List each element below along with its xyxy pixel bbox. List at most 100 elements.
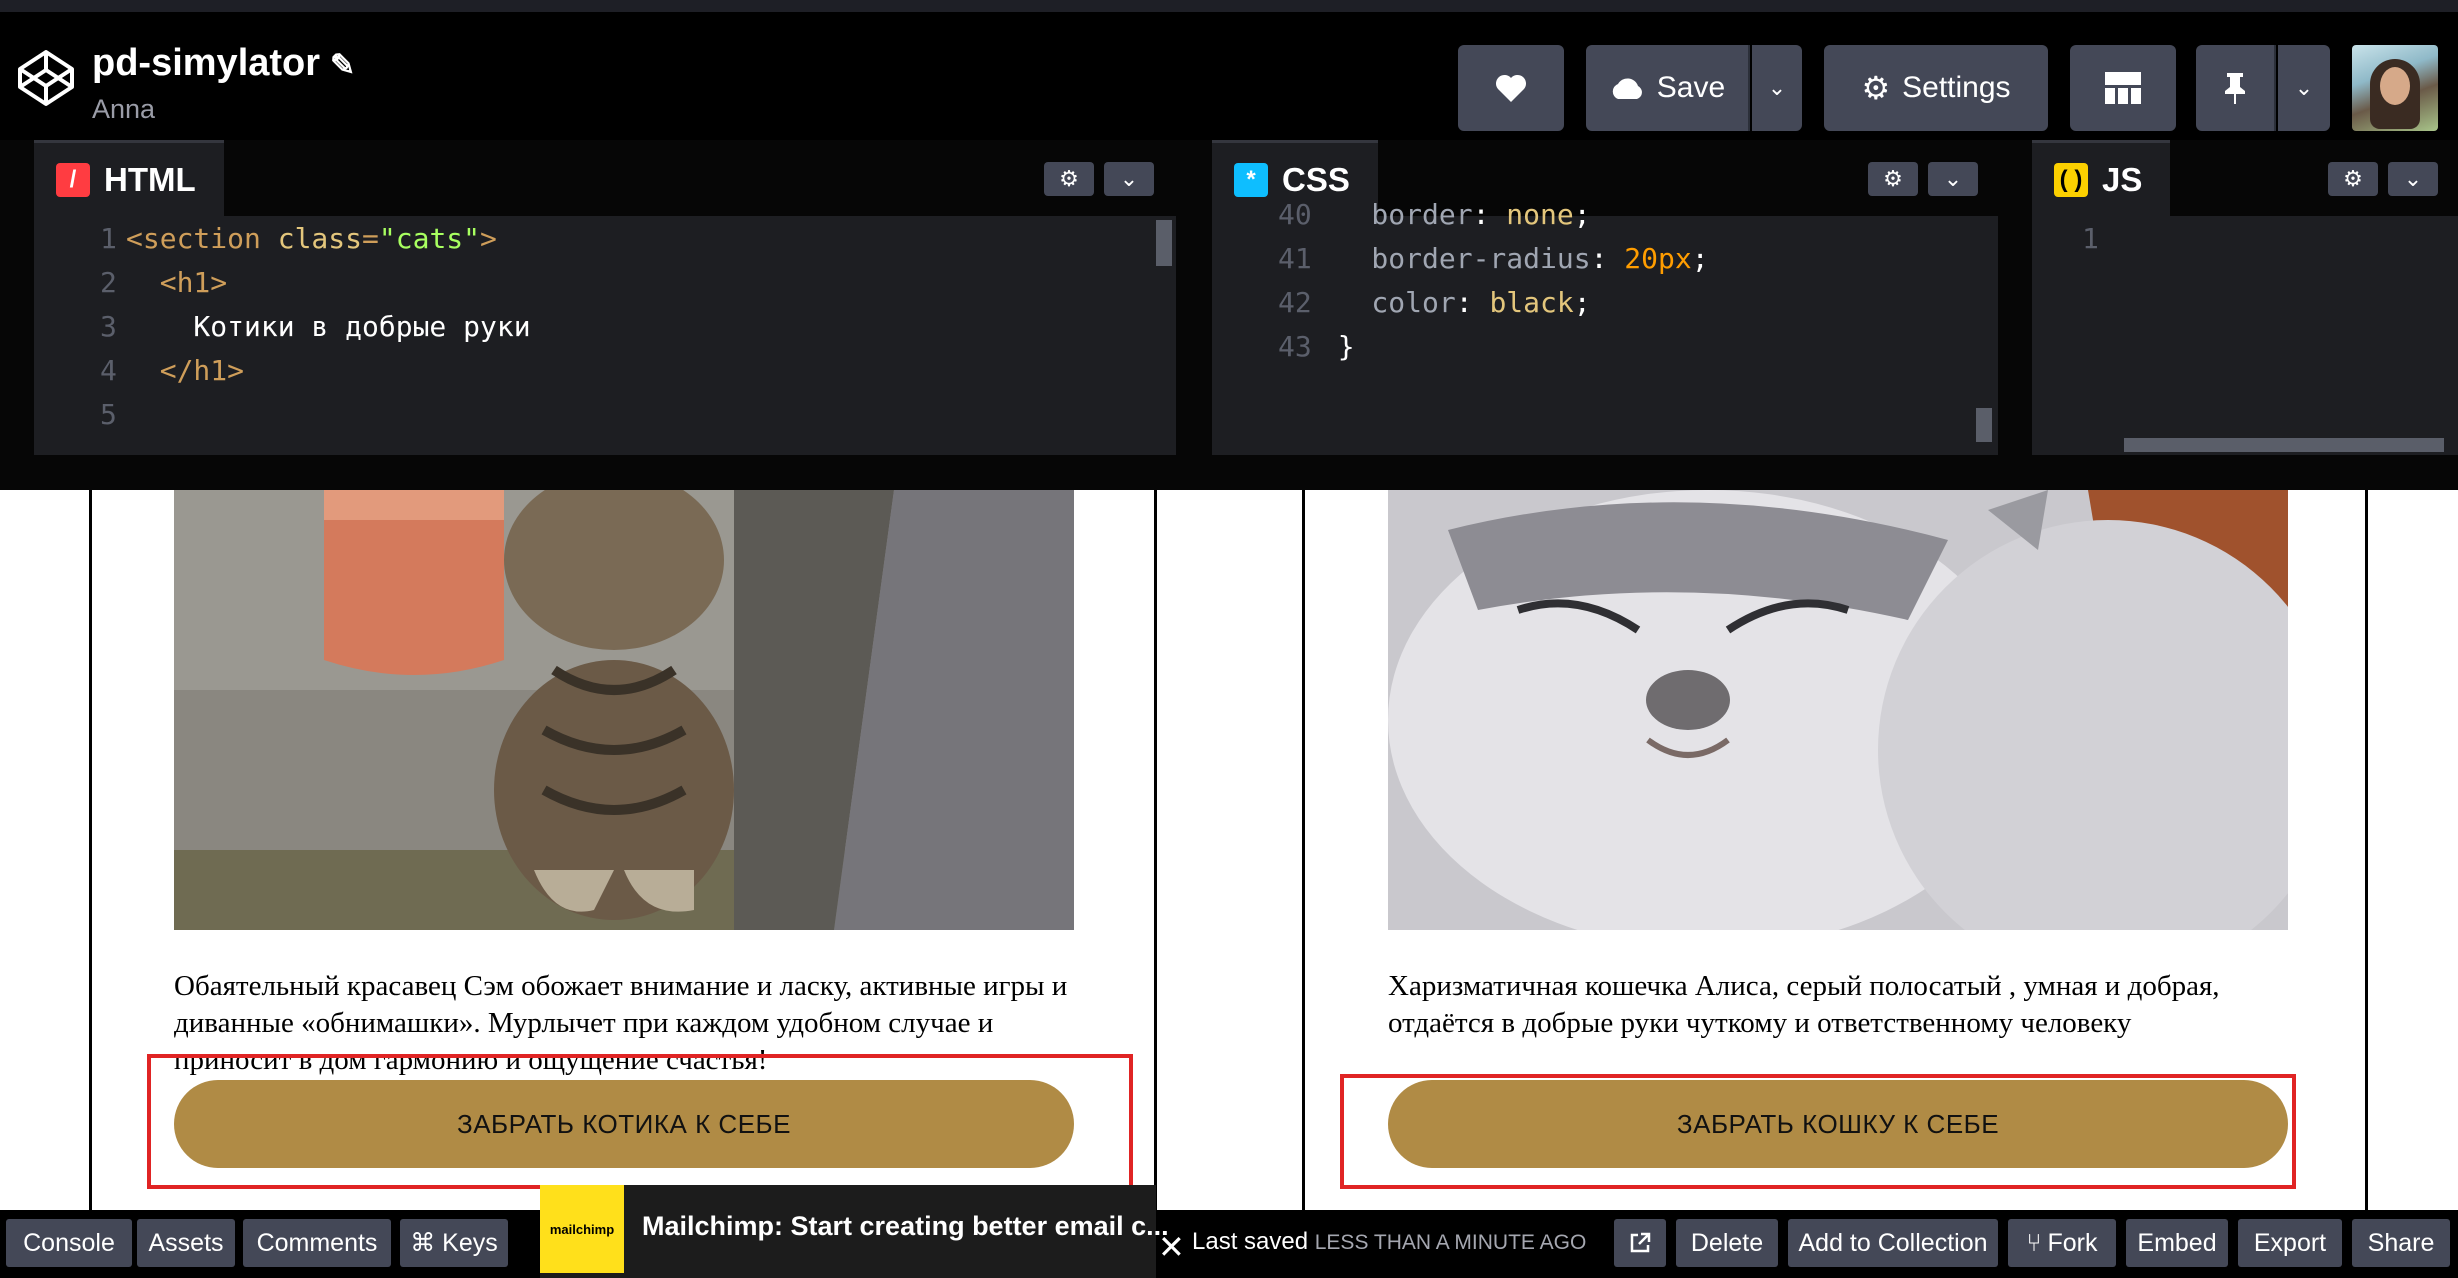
tab-html[interactable]: / HTML	[34, 140, 224, 216]
fork-label: Fork	[2047, 1228, 2098, 1257]
resize-bar[interactable]	[0, 455, 2458, 490]
code-token: color	[1304, 285, 1456, 319]
tab-js[interactable]: ( ) JS	[2032, 140, 2171, 216]
save-button[interactable]: Save	[1586, 45, 1750, 131]
chevron-down-icon: ⌄	[2403, 166, 2423, 191]
code-token: border	[1304, 197, 1473, 231]
gear-icon: ⚙	[1059, 166, 1079, 191]
pin-button[interactable]	[2196, 45, 2276, 131]
pen-title[interactable]: pd-simylator ✎	[92, 42, 355, 85]
cat-photo-sam	[174, 490, 1074, 930]
code-token: :	[1590, 241, 1625, 275]
comments-button[interactable]: Comments	[243, 1219, 391, 1267]
cat-photo-alisa-image	[1388, 490, 2288, 930]
code-line[interactable]: 3 Котики в добрые руки	[34, 304, 531, 348]
console-button[interactable]: Console	[6, 1219, 132, 1267]
editors-panel: / HTML ⚙ ⌄ 1 <section class = "cats" >2 <h1>…	[0, 140, 2458, 455]
code-line[interactable]: 2 <h1>	[34, 260, 227, 304]
css-settings-button[interactable]: ⚙	[1868, 162, 1918, 196]
delete-button[interactable]: Delete	[1676, 1219, 1778, 1267]
close-ad-icon[interactable]: ✕	[1158, 1228, 1185, 1266]
html-code-area[interactable]: 1 <section class = "cats" >2 <h1> 3 Котики в …	[34, 216, 1176, 455]
codepen-logo-icon[interactable]	[16, 48, 76, 108]
html-editor[interactable]: / HTML ⚙ ⌄ 1 <section class = "cats" >2 <h1>…	[34, 140, 1176, 455]
last-saved-status: Last saved LESS THAN A MINUTE AGO	[1192, 1228, 1586, 1256]
cat-description-alisa: Харизматичная кошечка Алиса, серый полос…	[1388, 970, 2220, 1039]
code-token: <h1>	[159, 265, 228, 299]
fork-button[interactable]: ⑂ Fork	[2008, 1219, 2116, 1267]
code-line[interactable]: 41 border-radius: 20px;	[1212, 236, 1709, 280]
code-line[interactable]: 5	[34, 392, 126, 436]
code-token: :	[1472, 197, 1507, 231]
add-to-collection-button[interactable]: Add to Collection	[1788, 1219, 1998, 1267]
pin-dropdown-button[interactable]: ⌄	[2278, 45, 2330, 131]
code-token: black	[1489, 285, 1574, 319]
user-avatar[interactable]	[2352, 45, 2438, 131]
export-button[interactable]: Export	[2238, 1219, 2342, 1267]
code-token: ;	[1573, 285, 1591, 319]
cat-photo-sam-image	[174, 490, 1074, 930]
code-token: "cats"	[378, 221, 481, 255]
embed-button[interactable]: Embed	[2126, 1219, 2228, 1267]
code-token: }	[1304, 329, 1355, 363]
js-collapse-button[interactable]: ⌄	[2388, 162, 2438, 196]
css-code-area[interactable]: 40 border: none; 41 border-radius: 20px; 4…	[1212, 192, 1998, 455]
assets-button[interactable]: Assets	[137, 1219, 235, 1267]
line-number: 42	[1278, 285, 1312, 319]
css-scrollbar[interactable]	[1976, 408, 1992, 442]
code-token: 20px	[1624, 241, 1692, 275]
pen-title-text[interactable]: pd-simylator	[92, 42, 320, 84]
last-saved-time: LESS THAN A MINUTE AGO	[1314, 1231, 1587, 1254]
code-line[interactable]: 4 </h1>	[34, 348, 244, 392]
js-code-area[interactable]: 1	[2016, 216, 2458, 455]
cloud-icon	[1612, 78, 1642, 99]
line-number: 1	[100, 221, 117, 255]
heart-button[interactable]	[1458, 45, 1564, 131]
settings-button[interactable]: ⚙ Settings	[1824, 45, 2048, 131]
html-settings-button[interactable]: ⚙	[1044, 162, 1094, 196]
line-number: 41	[1278, 241, 1312, 275]
code-token: :	[1455, 285, 1490, 319]
code-line[interactable]: 1 <section class = "cats" >	[34, 216, 497, 260]
top-bar: pd-simylator ✎ Anna Save ⌄ ⚙ Settings ⌄	[0, 0, 2458, 140]
code-token: >	[480, 221, 497, 255]
heart-icon	[1495, 74, 1527, 102]
code-token: </h1>	[159, 353, 245, 387]
css-editor[interactable]: * CSS ⚙ ⌄ 40 border: none; 41 border-radi…	[1212, 140, 1998, 455]
preview-frame[interactable]: Обаятельный красавец Сэм обожает внимани…	[0, 490, 2458, 1210]
keys-button[interactable]: ⌘ Keys	[400, 1219, 508, 1267]
open-external-button[interactable]	[1614, 1219, 1666, 1267]
code-line[interactable]: 40 border: none;	[1212, 192, 1591, 236]
js-badge-icon: ( )	[2054, 162, 2088, 197]
line-number: 3	[100, 309, 117, 343]
code-line[interactable]: 42 color: black;	[1212, 280, 1591, 324]
js-settings-button[interactable]: ⚙	[2328, 162, 2378, 196]
ad-text[interactable]: Mailchimp: Start creating better email c…	[642, 1211, 1169, 1242]
layout-button[interactable]	[2070, 45, 2176, 131]
code-line[interactable]: 1	[2016, 216, 2108, 260]
code-line[interactable]: 43 }	[1212, 324, 1355, 368]
edit-pencil-icon[interactable]: ✎	[330, 49, 355, 82]
chevron-down-icon: ⌄	[1767, 75, 1787, 100]
pen-author[interactable]: Anna	[92, 94, 155, 125]
tab-html-label: HTML	[104, 160, 196, 198]
line-number: 43	[1278, 329, 1312, 363]
save-dropdown-button[interactable]: ⌄	[1752, 45, 1802, 131]
gear-icon: ⚙	[1861, 70, 1891, 106]
code-token: class	[277, 221, 363, 255]
line-number: 1	[2082, 221, 2099, 255]
highlight-box-right	[1340, 1074, 2296, 1189]
sponsor-ad[interactable]: mailchimp Mailchimp: Start creating bett…	[540, 1185, 1169, 1278]
highlight-box-left	[147, 1054, 1133, 1189]
html-collapse-button[interactable]: ⌄	[1104, 162, 1154, 196]
html-scrollbar[interactable]	[1156, 220, 1172, 266]
js-editor-header: ( ) JS ⚙ ⌄	[2032, 140, 2458, 216]
code-token: none	[1506, 197, 1574, 231]
share-button[interactable]: Share	[2352, 1219, 2450, 1267]
js-editor[interactable]: ( ) JS ⚙ ⌄ 1	[2032, 140, 2458, 455]
js-scrollbar[interactable]	[2124, 438, 2444, 452]
tab-js-label: JS	[2102, 160, 2143, 198]
chevron-down-icon: ⌄	[1119, 166, 1139, 191]
css-collapse-button[interactable]: ⌄	[1928, 162, 1978, 196]
